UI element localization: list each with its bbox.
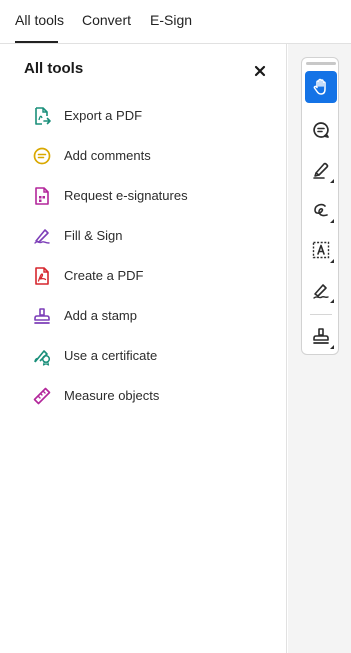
tool-fill-sign[interactable]: Fill & Sign: [24, 221, 264, 251]
signature-icon: [313, 284, 329, 299]
ruler-icon: [33, 387, 51, 405]
tool-request-e-signatures[interactable]: Request e-signatures: [24, 181, 264, 211]
toolbar-divider: [310, 314, 332, 315]
tab-bar: All tools Convert E-Sign: [0, 0, 351, 44]
more-options-indicator: [330, 219, 334, 223]
freehand-icon: [314, 203, 328, 217]
certificate-icon: [34, 350, 51, 366]
tool-add-stamp[interactable]: Add a stamp: [24, 301, 264, 331]
fill-sign-icon: [34, 229, 50, 244]
create-pdf-icon: [35, 267, 49, 285]
close-button[interactable]: [251, 62, 269, 80]
tool-label: Export a PDF: [64, 108, 143, 123]
pen-icon: [313, 162, 329, 179]
tool-label: Request e-signatures: [64, 188, 188, 203]
comment-icon: [313, 122, 329, 138]
more-options-indicator: [330, 179, 334, 183]
tool-label: Use a certificate: [64, 348, 158, 363]
active-tab-indicator: [15, 41, 58, 43]
stamp-icon: [313, 328, 329, 344]
tool-label: Add a stamp: [64, 308, 137, 323]
tool-create-pdf[interactable]: Create a PDF: [24, 261, 264, 291]
tool-label: Measure objects: [64, 388, 160, 403]
tool-label: Add comments: [64, 148, 151, 163]
highlight-tool-button[interactable]: [305, 154, 337, 186]
tool-add-comments[interactable]: Add comments: [24, 141, 264, 171]
export-pdf-icon: [35, 107, 51, 125]
hand-icon: [313, 78, 326, 95]
more-options-indicator: [330, 345, 334, 349]
text-box-icon: [312, 241, 330, 259]
hand-tool-button[interactable]: [305, 71, 337, 103]
tool-label: Create a PDF: [64, 268, 144, 283]
all-tools-panel: All tools Export a PDF Add comments Requ…: [0, 44, 287, 653]
tab-e-sign[interactable]: E-Sign: [150, 12, 192, 28]
sign-tool-button[interactable]: [305, 274, 337, 306]
tool-label: Fill & Sign: [64, 228, 123, 243]
quick-tools-rail: [288, 44, 351, 653]
quick-tools-toolbar: [301, 57, 339, 355]
tab-convert[interactable]: Convert: [82, 12, 131, 28]
draw-tool-button[interactable]: [305, 194, 337, 226]
close-icon: [254, 65, 266, 77]
stamp-icon: [34, 308, 50, 324]
more-options-indicator: [330, 259, 334, 263]
comment-icon: [33, 147, 51, 165]
tool-export-pdf[interactable]: Export a PDF: [24, 101, 264, 131]
comment-tool-button[interactable]: [305, 114, 337, 146]
panel-title: All tools: [24, 60, 84, 77]
text-tool-button[interactable]: [305, 234, 337, 266]
more-options-indicator: [330, 299, 334, 303]
toolbar-drag-handle[interactable]: [306, 62, 336, 65]
request-signature-icon: [35, 187, 49, 205]
tool-use-certificate[interactable]: Use a certificate: [24, 341, 264, 371]
stamp-tool-button[interactable]: [305, 320, 337, 352]
tool-measure-objects[interactable]: Measure objects: [24, 381, 264, 411]
tab-all-tools[interactable]: All tools: [15, 12, 64, 28]
